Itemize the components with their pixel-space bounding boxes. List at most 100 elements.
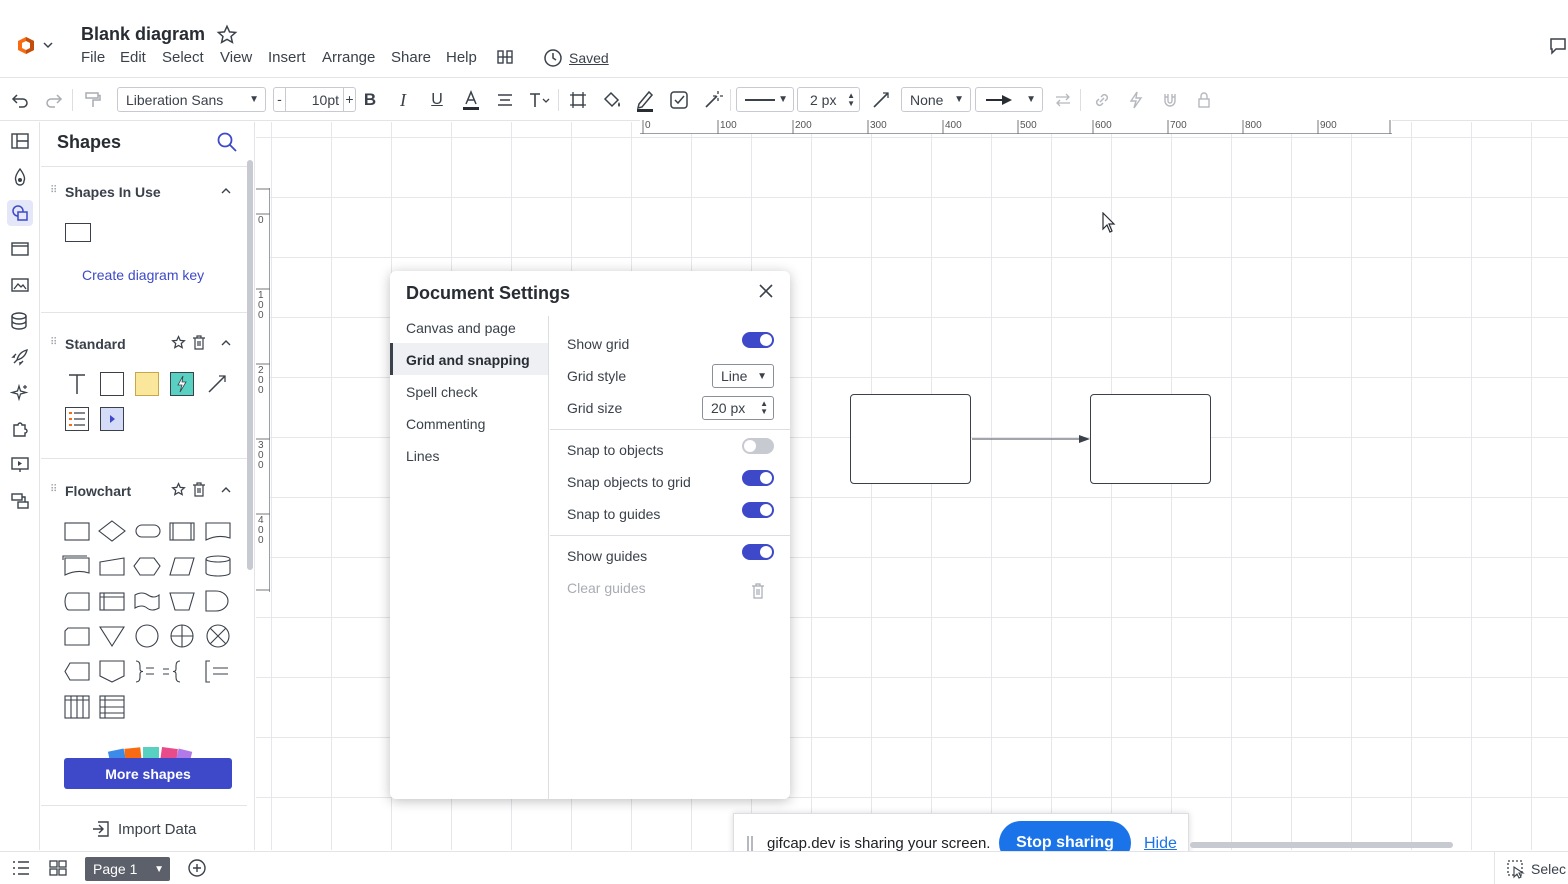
snap-to-guides-toggle[interactable] [742,502,774,518]
chevron-down-icon[interactable]: ▼ [154,864,164,875]
nav-spell-check[interactable]: Spell check [406,384,478,400]
shape-note[interactable] [132,369,162,399]
shapes-icon[interactable] [7,200,33,226]
diagram-rectangle-1[interactable] [850,394,971,484]
frame-icon[interactable] [7,236,33,262]
line-style-select[interactable]: ▼ [736,87,794,112]
trash-icon[interactable] [192,335,206,350]
collapse-chevron-icon[interactable] [219,184,233,198]
font-size-stepper[interactable]: - 10pt + [273,87,356,112]
redo-icon[interactable] [41,87,67,113]
ai-sparkle-icon[interactable] [7,380,33,406]
shape-action[interactable] [167,369,197,399]
diagram-connector-arrow[interactable] [971,432,1091,446]
align-icon[interactable] [492,87,518,113]
menu-select[interactable]: Select [162,49,204,66]
lightning-icon[interactable] [1123,87,1149,113]
undo-icon[interactable] [7,87,33,113]
add-page-icon[interactable] [187,858,207,878]
comments-icon[interactable] [1548,36,1568,56]
menu-insert[interactable]: Insert [268,49,306,66]
shape-list[interactable] [62,404,92,434]
close-icon[interactable] [758,283,774,299]
shape-rectangle-in-use[interactable] [65,223,91,242]
drag-handle-icon[interactable] [747,836,753,852]
select-mode-icon[interactable] [1506,859,1526,879]
shape-line[interactable] [202,369,232,399]
menu-view[interactable]: View [220,49,252,66]
underline-icon[interactable]: U [424,87,450,113]
nav-grid-and-snapping[interactable]: Grid and snapping [406,352,530,368]
link-icon[interactable] [1089,87,1115,113]
grid-style-select[interactable]: Line ▼ [712,364,774,388]
integrations-puzzle-icon[interactable] [7,416,33,442]
theme-drop-icon[interactable] [7,164,33,190]
magic-wand-icon[interactable] [700,87,726,113]
more-shapes-button[interactable]: More shapes [64,758,232,789]
show-guides-toggle[interactable] [742,544,774,560]
collapse-chevron-icon[interactable] [219,483,233,497]
diagram-rectangle-2[interactable] [1090,394,1211,484]
data-icon[interactable] [7,308,33,334]
show-grid-toggle[interactable] [742,332,774,348]
drag-handle-icon[interactable]: ⠿ [50,484,57,495]
shape-text[interactable] [62,369,92,399]
font-size-value[interactable]: 10pt [286,92,343,108]
page-grid-icon[interactable] [48,858,68,878]
magnet-icon[interactable] [1157,87,1183,113]
section-shapes-in-use[interactable]: Shapes In Use [65,184,161,200]
trash-icon[interactable] [192,482,206,497]
favorite-star-icon[interactable] [171,482,186,497]
section-flowchart[interactable]: Flowchart [65,483,131,499]
nav-lines[interactable]: Lines [406,448,439,464]
grid-size-stepper[interactable]: 20 px ▲ ▼ [702,396,774,420]
rocket-icon[interactable] [7,344,33,370]
image-icon[interactable] [7,272,33,298]
decrease-icon[interactable]: - [274,88,286,111]
menu-help[interactable]: Help [446,49,477,66]
text-options-icon[interactable] [526,87,552,113]
section-standard[interactable]: Standard [65,336,126,352]
style-icon[interactable] [666,87,692,113]
saved-status[interactable]: Saved [569,50,609,66]
font-family-select[interactable]: Liberation Sans ▼ [117,87,266,112]
panel-scrollbar[interactable] [247,160,253,570]
import-icon[interactable] [91,820,111,838]
create-diagram-key-link[interactable]: Create diagram key [82,267,204,283]
line-end-select[interactable]: ▼ [975,87,1043,112]
select-mode-label[interactable]: Selec [1531,861,1566,877]
page-tab[interactable]: Page 1 ▼ [85,857,170,881]
import-data-button[interactable]: Import Data [118,821,196,838]
nav-canvas-and-page[interactable]: Canvas and page [406,320,516,336]
favorite-star-icon[interactable] [171,335,186,350]
shape-video[interactable] [97,404,127,434]
templates-icon[interactable] [7,128,33,154]
format-painter-icon[interactable] [80,87,106,113]
menu-arrange[interactable]: Arrange [322,49,375,66]
menu-file[interactable]: File [81,49,105,66]
integrations-icon[interactable] [495,48,515,68]
lock-icon[interactable] [1191,87,1217,113]
shape-options-icon[interactable] [565,87,591,113]
fill-color-icon[interactable] [599,87,625,113]
document-title[interactable]: Blank diagram [81,24,205,45]
nav-commenting[interactable]: Commenting [406,416,485,432]
italic-icon[interactable]: I [390,87,416,113]
shape-block[interactable] [97,369,127,399]
presentation-icon[interactable] [7,452,33,478]
menu-edit[interactable]: Edit [120,49,146,66]
line-type-icon[interactable] [868,87,894,113]
snap-to-objects-toggle[interactable] [742,438,774,454]
line-color-icon[interactable] [632,87,658,113]
line-start-select[interactable]: None ▼ [901,87,971,112]
favorite-star-icon[interactable] [216,24,238,46]
collapse-chevron-icon[interactable] [219,336,233,350]
canvas-horizontal-scrollbar[interactable] [1190,842,1453,848]
drag-handle-icon[interactable]: ⠿ [50,185,57,196]
swap-line-ends-icon[interactable] [1050,87,1076,113]
layers-icon[interactable] [7,488,33,514]
clear-guides-trash-icon[interactable] [751,583,765,599]
menu-share[interactable]: Share [391,49,431,66]
drag-handle-icon[interactable]: ⠿ [50,337,57,348]
bold-icon[interactable]: B [357,87,383,113]
